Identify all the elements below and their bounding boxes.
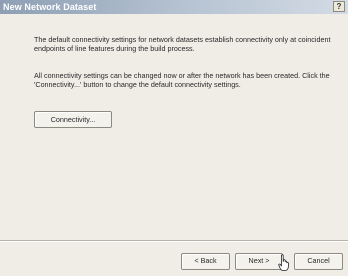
- new-network-dataset-dialog: New Network Dataset ? The default connec…: [0, 0, 348, 276]
- change-connectivity-description: All connectivity settings can be changed…: [34, 71, 330, 89]
- dialog-title: New Network Dataset: [3, 2, 97, 12]
- footer-divider: [0, 240, 348, 242]
- back-button[interactable]: < Back: [181, 253, 230, 270]
- cancel-button[interactable]: Cancel: [294, 253, 343, 270]
- next-button[interactable]: Next >: [235, 253, 283, 270]
- connectivity-button[interactable]: Connectivity...: [34, 111, 112, 128]
- title-bar[interactable]: New Network Dataset ?: [0, 0, 348, 14]
- default-connectivity-description: The default connectivity settings for ne…: [34, 35, 331, 53]
- help-icon: ?: [336, 2, 342, 11]
- hand-pointer-icon: [278, 254, 289, 271]
- help-button[interactable]: ?: [333, 1, 345, 12]
